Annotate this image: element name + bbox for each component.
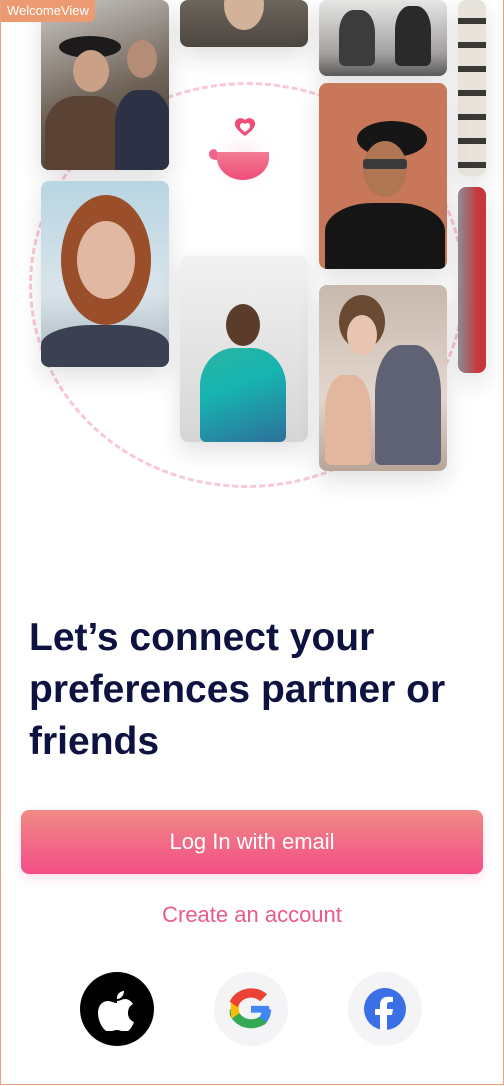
photo-building [458,0,486,176]
facebook-login-button[interactable] [348,972,422,1046]
photo-friends-laughing [41,0,169,170]
photo-red-hair-woman [41,181,169,367]
google-login-button[interactable] [214,972,288,1046]
photo-woman-sitting [319,285,447,471]
photo-side-person [458,187,486,373]
view-tag: WelcomeView [1,0,95,22]
create-account-link[interactable]: Create an account [1,902,503,928]
facebook-icon [364,988,406,1030]
login-email-button[interactable]: Log In with email [21,810,483,874]
photo-man-sunglasses [319,83,447,269]
heart-cup-icon [203,114,283,198]
welcome-screen: WelcomeView Let’s connect your preferenc… [0,0,504,1085]
google-icon [229,988,272,1029]
photo-man-jersey [180,256,308,442]
photo-woman-top [180,0,308,47]
photo-cafe-workers [319,0,447,76]
apple-login-button[interactable] [80,972,154,1046]
page-title: Let’s connect your preferences partner o… [29,616,446,763]
apple-icon [98,991,134,1031]
